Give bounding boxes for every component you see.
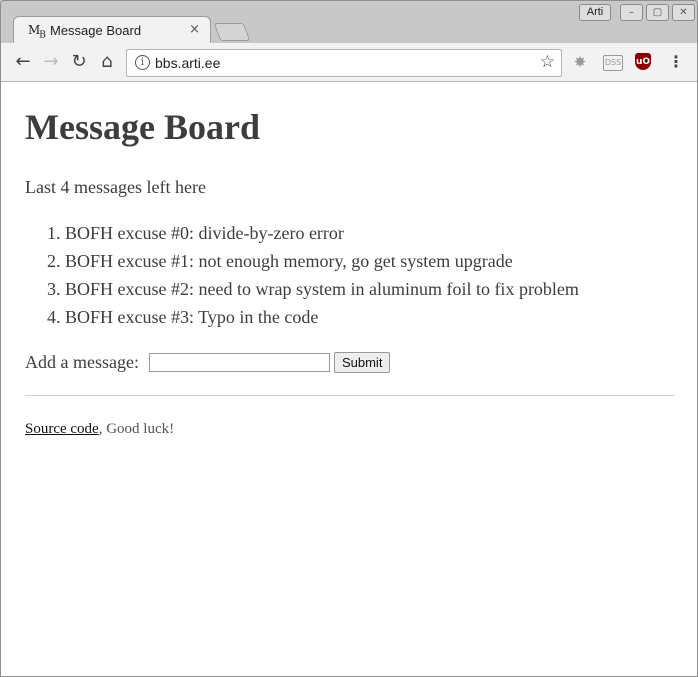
window-controls: – ▢ ✕ xyxy=(620,4,695,21)
page-content: Message Board Last 4 messages left here … xyxy=(1,82,697,676)
list-item: BOFH excuse #0: divide-by-zero error xyxy=(65,219,579,247)
page-title: Message Board xyxy=(25,107,260,147)
info-icon[interactable]: i xyxy=(135,55,150,70)
maximize-icon[interactable]: ▢ xyxy=(646,4,669,21)
star-icon[interactable]: ☆ xyxy=(540,52,555,72)
add-message-label: Add a message: xyxy=(25,352,139,372)
message-input[interactable] xyxy=(148,353,330,372)
tab-title: Message Board xyxy=(50,23,142,38)
submit-button[interactable]: Submit xyxy=(333,352,391,373)
tab-message-board[interactable]: MB Message Board × xyxy=(13,16,211,45)
message-list: BOFH excuse #0: divide-by-zero error BOF… xyxy=(25,219,579,331)
list-item: BOFH excuse #2: need to wrap system in a… xyxy=(65,275,579,303)
divider xyxy=(25,395,675,396)
address-bar[interactable]: i bbs.arti.ee ☆ xyxy=(126,49,562,77)
list-item: BOFH excuse #3: Typo in the code xyxy=(65,303,579,331)
add-message-form: Add a message: Submit xyxy=(25,352,391,373)
list-item: BOFH excuse #1: not enough memory, go ge… xyxy=(65,247,579,275)
kebab-menu-icon[interactable]: ⋮ xyxy=(667,53,685,71)
tab-close-icon[interactable]: × xyxy=(189,22,200,37)
dss-extension-icon[interactable]: DSS xyxy=(603,55,623,71)
good-luck-text: Good luck! xyxy=(106,421,175,437)
browser-toolbar: ← → ↻ ⌂ i bbs.arti.ee ☆ ✸ DSS uO ⋮ xyxy=(1,43,697,82)
profile-button[interactable]: Arti xyxy=(579,4,611,21)
close-window-icon[interactable]: ✕ xyxy=(672,4,695,21)
url-text[interactable]: bbs.arti.ee xyxy=(155,55,220,71)
forward-arrow-icon[interactable]: → xyxy=(41,52,61,72)
source-code-link[interactable]: Source code xyxy=(25,421,99,437)
minimize-icon[interactable]: – xyxy=(620,4,643,21)
messages-summary: Last 4 messages left here xyxy=(25,177,206,197)
back-arrow-icon[interactable]: ← xyxy=(13,52,33,72)
ublock-origin-icon[interactable]: uO xyxy=(635,53,651,70)
reload-icon[interactable]: ↻ xyxy=(69,52,89,72)
home-icon[interactable]: ⌂ xyxy=(97,52,117,72)
footer: Source code, Good luck! xyxy=(25,421,174,438)
tab-strip: MB Message Board × Arti – ▢ ✕ xyxy=(1,1,697,45)
browser-window: MB Message Board × Arti – ▢ ✕ ← → ↻ ⌂ i … xyxy=(0,0,698,677)
favicon-icon: MB xyxy=(28,23,45,41)
new-tab-button[interactable] xyxy=(213,23,251,41)
footer-separator: , xyxy=(98,421,103,437)
burst-extension-icon[interactable]: ✸ xyxy=(571,53,589,71)
